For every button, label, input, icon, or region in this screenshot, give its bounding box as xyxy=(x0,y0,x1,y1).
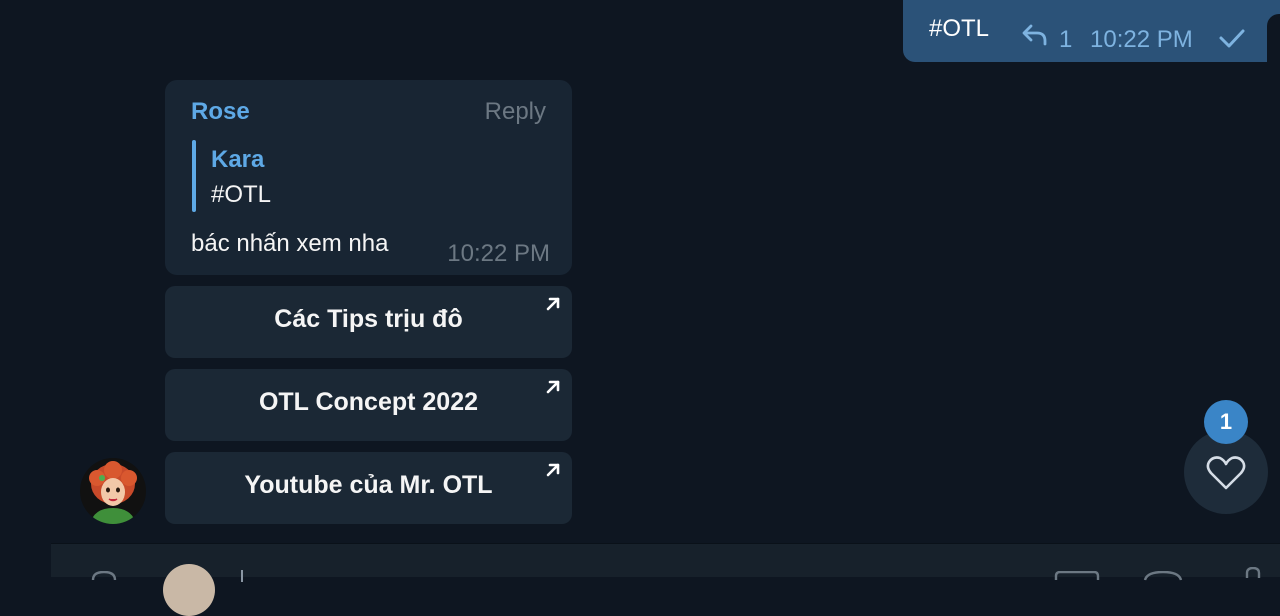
external-link-arrow-icon xyxy=(544,461,562,484)
outgoing-message[interactable]: #OTL 1 10:22 PM xyxy=(903,0,1280,62)
message-composer xyxy=(51,543,1280,616)
inline-button-concept[interactable]: OTL Concept 2022 xyxy=(165,369,572,441)
external-link-arrow-icon xyxy=(544,295,562,318)
bot-commands-icon[interactable] xyxy=(1054,568,1100,586)
emoji-icon[interactable] xyxy=(1143,568,1183,586)
microphone-icon[interactable] xyxy=(1241,566,1265,584)
inline-button-label: OTL Concept 2022 xyxy=(258,388,479,416)
reply-count[interactable]: 1 xyxy=(1059,26,1072,54)
outgoing-message-text: #OTL xyxy=(929,15,990,42)
reply-button[interactable]: Reply xyxy=(485,98,546,126)
reply-arrow-icon[interactable] xyxy=(1021,24,1049,51)
avatar[interactable] xyxy=(80,458,146,524)
message-time: 10:22 PM xyxy=(447,240,550,267)
bubble-tail xyxy=(1267,14,1280,62)
check-icon xyxy=(1218,27,1246,54)
sender-name[interactable]: Rose xyxy=(191,98,250,126)
inline-button-youtube[interactable]: Youtube của Mr. OTL xyxy=(165,452,572,524)
external-link-arrow-icon xyxy=(544,378,562,401)
heart-icon xyxy=(1206,456,1246,490)
quoted-author[interactable]: Kara xyxy=(211,146,264,174)
text-caret xyxy=(241,570,243,582)
composer-avatar[interactable] xyxy=(163,564,215,616)
inline-button-label: Youtube của Mr. OTL xyxy=(244,471,493,499)
reaction-count-badge[interactable]: 1 xyxy=(1204,400,1248,444)
quote-bar xyxy=(192,140,196,212)
message-text: bác nhấn xem nha xyxy=(191,230,389,257)
quoted-text[interactable]: #OTL xyxy=(211,181,271,209)
inline-button-label: Các Tips trịu đô xyxy=(274,305,463,333)
outgoing-message-time: 10:22 PM xyxy=(1090,26,1193,53)
attach-icon[interactable] xyxy=(91,568,117,586)
inline-button-tips[interactable]: Các Tips trịu đô xyxy=(165,286,572,358)
incoming-message[interactable]: Rose Reply Kara #OTL bác nhấn xem nha 10… xyxy=(165,80,572,275)
